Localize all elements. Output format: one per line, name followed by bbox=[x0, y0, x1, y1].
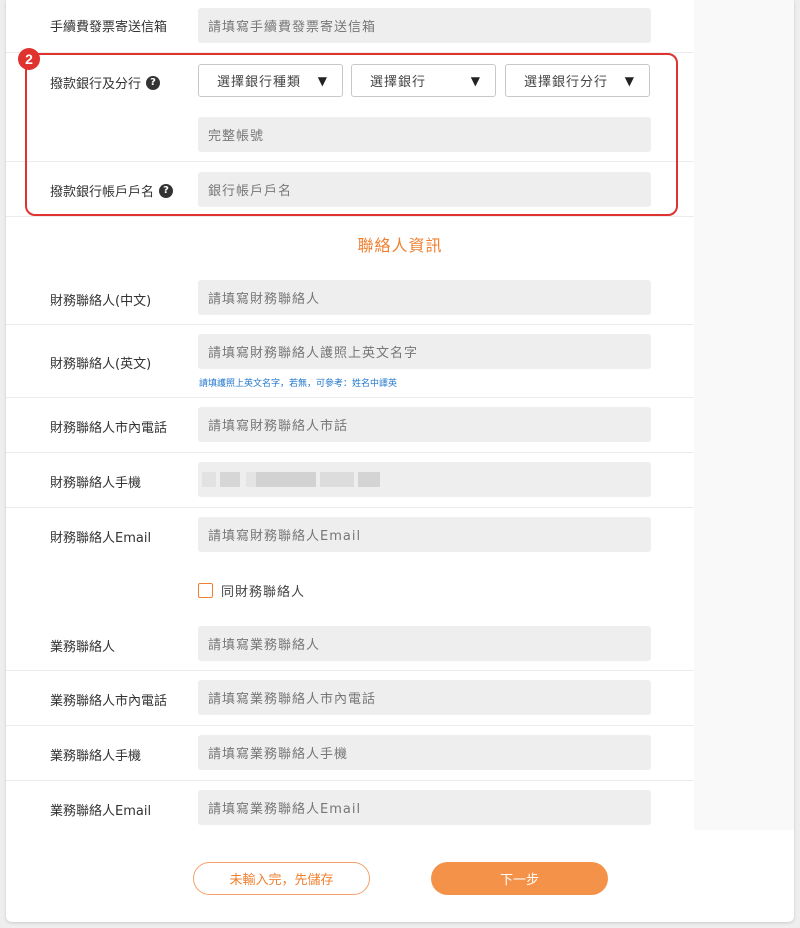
bank-type-select-label: 選擇銀行種類 bbox=[217, 75, 302, 90]
caret-down-icon: ▼ bbox=[470, 73, 481, 88]
invoice-email-input[interactable]: 請填寫手續費發票寄送信箱 bbox=[198, 8, 651, 43]
blurred-value bbox=[358, 472, 380, 487]
same-as-finance-toggle[interactable]: 同財務聯絡人 bbox=[198, 581, 305, 600]
step-badge: 2 bbox=[18, 48, 40, 70]
business-email-row: 業務聯絡人Email 請填寫業務聯絡人Email bbox=[6, 781, 694, 830]
contact-section-title: 聯絡人資訊 bbox=[357, 236, 443, 255]
blurred-value bbox=[246, 472, 256, 487]
business-mobile-input[interactable]: 請填寫業務聯絡人手機 bbox=[198, 735, 651, 770]
bank-branch-select-label: 選擇銀行分行 bbox=[524, 75, 609, 90]
invoice-email-row: 手續費發票寄送信箱 請填寫手續費發票寄送信箱 bbox=[6, 0, 694, 53]
account-holder-row: 撥款銀行帳戶戶名 ? 銀行帳戶戶名 bbox=[6, 162, 694, 217]
bank-branch-label: 撥款銀行及分行 ? bbox=[50, 73, 161, 92]
name-en-hint: 請填護照上英文名字，若無，可參考：姓名中譯英 bbox=[199, 379, 398, 389]
account-number-input[interactable]: 完整帳號 bbox=[198, 117, 651, 152]
same-as-finance-label: 同財務聯絡人 bbox=[221, 585, 306, 600]
blurred-value bbox=[202, 472, 216, 487]
finance-mobile-input[interactable] bbox=[198, 462, 651, 497]
caret-down-icon: ▼ bbox=[624, 73, 635, 88]
finance-name-en-label: 財務聯絡人(英文) bbox=[50, 357, 152, 372]
same-as-finance-checkbox[interactable] bbox=[198, 583, 213, 598]
finance-name-zh-input[interactable]: 請填寫財務聯絡人 bbox=[198, 280, 651, 315]
bank-select-label: 選擇銀行 bbox=[370, 75, 427, 90]
invoice-email-label: 手續費發票寄送信箱 bbox=[50, 20, 168, 35]
bank-branch-select[interactable]: 選擇銀行分行 ▼ bbox=[505, 64, 650, 97]
finance-phone-input[interactable]: 請填寫財務聯絡人市話 bbox=[198, 407, 651, 442]
finance-mobile-label: 財務聯絡人手機 bbox=[50, 476, 142, 491]
form-area: 手續費發票寄送信箱 請填寫手續費發票寄送信箱 撥款銀行及分行 ? 選擇銀行種類 … bbox=[6, 0, 694, 830]
bank-branch-label-text: 撥款銀行及分行 bbox=[50, 77, 142, 92]
business-phone-row: 業務聯絡人市內電話 請填寫業務聯絡人市內電話 bbox=[6, 671, 694, 726]
business-name-row: 業務聯絡人 請填寫業務聯絡人 bbox=[6, 617, 694, 671]
business-phone-input[interactable]: 請填寫業務聯絡人市內電話 bbox=[198, 680, 651, 715]
blurred-value bbox=[220, 472, 240, 487]
business-email-label: 業務聯絡人Email bbox=[50, 804, 152, 819]
business-mobile-row: 業務聯絡人手機 請填寫業務聯絡人手機 bbox=[6, 726, 694, 781]
blurred-value bbox=[256, 472, 316, 487]
finance-name-zh-row: 財務聯絡人(中文) 請填寫財務聯絡人 bbox=[6, 270, 694, 325]
business-mobile-label: 業務聯絡人手機 bbox=[50, 749, 142, 764]
finance-phone-label: 財務聯絡人市內電話 bbox=[50, 421, 168, 436]
finance-email-input[interactable]: 請填寫財務聯絡人Email bbox=[198, 517, 651, 552]
business-phone-label: 業務聯絡人市內電話 bbox=[50, 694, 168, 709]
business-name-label: 業務聯絡人 bbox=[50, 640, 116, 655]
bank-select[interactable]: 選擇銀行 ▼ bbox=[351, 64, 496, 97]
business-name-input[interactable]: 請填寫業務聯絡人 bbox=[198, 626, 651, 661]
help-icon[interactable]: ? bbox=[146, 75, 161, 90]
account-holder-label-text: 撥款銀行帳戶戶名 bbox=[50, 185, 155, 200]
help-icon[interactable]: ? bbox=[159, 183, 174, 198]
account-holder-input[interactable]: 銀行帳戶戶名 bbox=[198, 172, 651, 207]
finance-phone-row: 財務聯絡人市內電話 請填寫財務聯絡人市話 bbox=[6, 398, 694, 453]
side-strip bbox=[694, 0, 794, 830]
caret-down-icon: ▼ bbox=[317, 73, 328, 88]
finance-email-label: 財務聯絡人Email bbox=[50, 531, 152, 546]
business-email-input[interactable]: 請填寫業務聯絡人Email bbox=[198, 790, 651, 825]
save-draft-button[interactable]: 未輸入完，先儲存 bbox=[193, 862, 370, 895]
account-holder-label: 撥款銀行帳戶戶名 ? bbox=[50, 181, 174, 200]
finance-email-row: 財務聯絡人Email 請填寫財務聯絡人Email bbox=[6, 508, 694, 563]
bank-type-select[interactable]: 選擇銀行種類 ▼ bbox=[198, 64, 343, 97]
bank-branch-row: 撥款銀行及分行 ? 選擇銀行種類 ▼ 選擇銀行 ▼ 選擇銀行分行 ▼ 完整帳號 bbox=[6, 53, 694, 162]
next-step-button[interactable]: 下一步 bbox=[431, 862, 608, 895]
finance-name-en-input[interactable]: 請填寫財務聯絡人護照上英文名字 bbox=[198, 334, 651, 369]
blurred-value bbox=[320, 472, 354, 487]
finance-name-zh-label: 財務聯絡人(中文) bbox=[50, 294, 152, 309]
